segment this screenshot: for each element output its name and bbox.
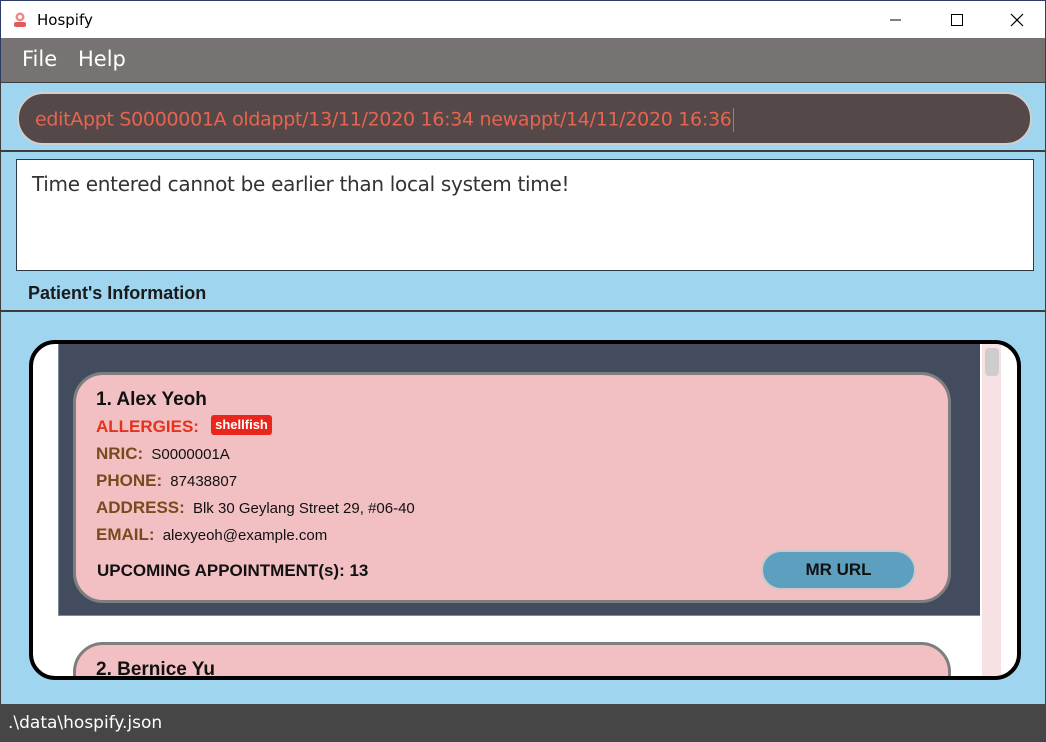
text-caret xyxy=(732,108,734,132)
command-input[interactable]: editAppt S0000001A oldappt/13/11/2020 16… xyxy=(17,92,1032,145)
title-bar: Hospify xyxy=(0,0,1046,38)
email-value: alexyeoh@example.com xyxy=(162,527,328,544)
phone-label: PHONE: xyxy=(96,471,163,490)
nric-row: NRIC: S0000001A xyxy=(96,444,230,464)
window-title: Hospify xyxy=(37,11,93,29)
close-icon xyxy=(1010,13,1024,27)
nric-value: S0000001A xyxy=(151,446,230,463)
list-scrollbar[interactable] xyxy=(982,344,1001,676)
scrollbar-thumb[interactable] xyxy=(985,348,999,376)
status-bar: .\data\hospify.json xyxy=(0,704,1046,742)
data-file-path: .\data\hospify.json xyxy=(8,713,163,733)
allergy-tag: shellfish xyxy=(211,415,272,435)
patient-name: 2. Bernice Yu xyxy=(96,659,215,678)
close-button[interactable] xyxy=(994,1,1040,39)
section-title: Patient's Information xyxy=(28,283,207,303)
result-area: Time entered cannot be earlier than loca… xyxy=(0,152,1046,310)
result-display[interactable]: Time entered cannot be earlier than loca… xyxy=(16,159,1034,271)
address-row: ADDRESS: Blk 30 Geylang Street 29, #06-4… xyxy=(96,498,415,518)
maximize-button[interactable] xyxy=(934,1,980,39)
phone-value: 87438807 xyxy=(170,473,238,490)
phone-row: PHONE: 87438807 xyxy=(96,471,237,491)
allergies-label: ALLERGIES: xyxy=(96,417,199,436)
allergies-row: ALLERGIES: shellfish xyxy=(96,415,272,437)
menu-help[interactable]: Help xyxy=(78,47,126,71)
minimize-icon xyxy=(890,19,901,21)
command-text: editAppt S0000001A oldappt/13/11/2020 16… xyxy=(35,108,734,132)
patient-name: 1. Alex Yeoh xyxy=(96,389,207,410)
maximize-icon xyxy=(951,14,963,26)
command-area: editAppt S0000001A oldappt/13/11/2020 16… xyxy=(0,82,1046,152)
email-label: EMAIL: xyxy=(96,525,155,544)
email-row: EMAIL: alexyeoh@example.com xyxy=(96,525,327,545)
command-value: editAppt S0000001A oldappt/13/11/2020 16… xyxy=(35,108,732,131)
nric-label: NRIC: xyxy=(96,444,144,463)
patient-list[interactable]: 1. Alex Yeoh ALLERGIES: shellfish NRIC: … xyxy=(58,344,980,678)
menu-bar: File Help xyxy=(0,38,1046,82)
menu-file[interactable]: File xyxy=(22,47,57,71)
patient-list-area: 1. Alex Yeoh ALLERGIES: shellfish NRIC: … xyxy=(0,310,1046,704)
patient-list-frame: 1. Alex Yeoh ALLERGIES: shellfish NRIC: … xyxy=(29,340,1021,680)
upcoming-appointments: UPCOMING APPOINTMENT(s): 13 xyxy=(97,561,369,580)
result-message: Time entered cannot be earlier than loca… xyxy=(32,172,570,196)
address-value: Blk 30 Geylang Street 29, #06-40 xyxy=(192,500,415,517)
hospify-logo-icon xyxy=(11,11,29,29)
patient-card[interactable]: 1. Alex Yeoh ALLERGIES: shellfish NRIC: … xyxy=(73,372,951,603)
patient-card[interactable]: 2. Bernice Yu xyxy=(73,642,951,678)
mr-url-button[interactable]: MR URL xyxy=(761,550,916,590)
address-label: ADDRESS: xyxy=(96,498,185,517)
minimize-button[interactable] xyxy=(873,1,919,39)
